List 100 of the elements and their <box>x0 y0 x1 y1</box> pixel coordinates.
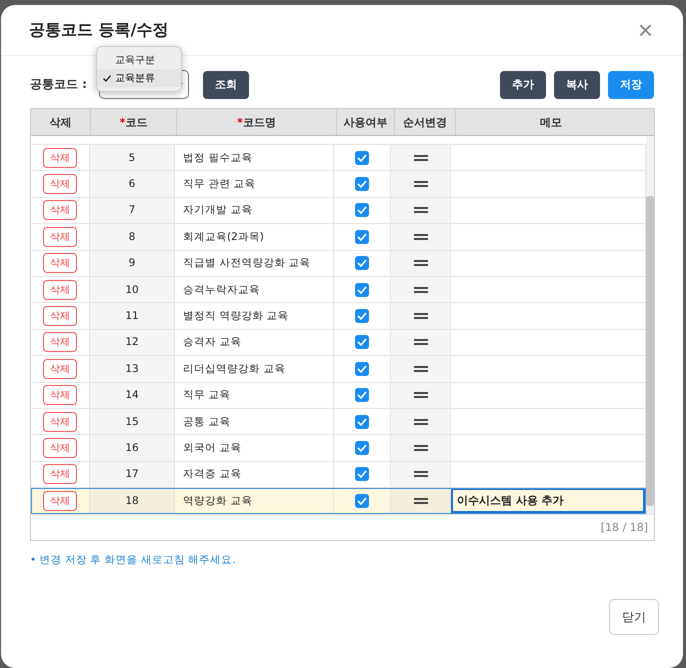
drag-handle-icon[interactable] <box>414 366 428 372</box>
delete-button[interactable]: 삭제 <box>43 464 77 484</box>
code-cell: 5 <box>90 145 175 170</box>
code-name-cell: 공통 교육 <box>175 408 334 434</box>
drag-handle-icon[interactable] <box>414 498 428 504</box>
code-cell: 18 <box>90 488 175 514</box>
drag-handle-icon[interactable] <box>414 471 428 478</box>
code-name-cell: 자기개발 교육 <box>175 198 334 224</box>
column-header: *코드 <box>91 109 177 135</box>
scrollbar-thumb[interactable] <box>646 196 654 506</box>
code-cell: 7 <box>90 198 175 224</box>
menu-option[interactable]: 교육구분 <box>96 51 181 69</box>
table-row[interactable]: 삭제 18 역량강화 교육 이수시스템 사용 추가 <box>31 488 646 514</box>
delete-button[interactable]: 삭제 <box>43 385 77 406</box>
delete-button[interactable]: 삭제 <box>43 438 77 458</box>
table-row[interactable]: 삭제 16 외국어 교육 <box>31 435 646 462</box>
checkbox[interactable] <box>355 362 369 376</box>
drag-handle-icon[interactable] <box>414 392 428 398</box>
delete-button[interactable]: 삭제 <box>43 200 77 220</box>
drag-handle-icon[interactable] <box>414 207 428 214</box>
code-name-cell: 별정직 역량강화 교육 <box>175 303 334 329</box>
common-code-label: 공통코드 : <box>30 76 87 93</box>
code-name-cell: 직무 관련 교육 <box>175 171 334 197</box>
column-header: 메모 <box>539 114 563 130</box>
table-row[interactable]: 삭제 9 직급별 사전역량강화 교육 <box>31 250 646 277</box>
drag-handle-icon[interactable] <box>414 234 428 240</box>
code-name-cell: 역량강화 교육 <box>175 488 334 514</box>
code-name-cell: 직급별 사전역량강화 교육 <box>175 250 334 276</box>
checkbox[interactable] <box>355 282 369 297</box>
delete-button[interactable]: 삭제 <box>43 174 77 194</box>
table-row[interactable]: 삭제 6 직무 관련 교육 <box>31 171 646 198</box>
delete-button[interactable]: 삭제 <box>43 412 77 432</box>
drag-handle-icon[interactable] <box>414 339 428 346</box>
delete-button[interactable]: 삭제 <box>43 226 77 247</box>
checkbox[interactable] <box>355 388 369 402</box>
table-row[interactable]: 삭제 14 직무 교육 <box>31 382 646 409</box>
checkbox[interactable] <box>355 230 369 244</box>
code-cell: 8 <box>90 224 175 250</box>
code-cell: 16 <box>90 435 175 461</box>
delete-button[interactable]: 삭제 <box>43 253 77 274</box>
code-name-cell: 직무 교육 <box>175 382 334 408</box>
toolbar-button[interactable]: 추가 <box>500 70 546 98</box>
checkbox[interactable] <box>355 467 369 482</box>
checkbox[interactable] <box>355 335 369 350</box>
delete-button[interactable]: 삭제 <box>43 332 77 352</box>
checkbox[interactable] <box>355 177 369 192</box>
code-name-cell: 법정 필수교육 <box>175 145 334 170</box>
checkbox[interactable] <box>355 203 369 218</box>
table-row[interactable]: 삭제 5 법정 필수교육 <box>31 145 646 172</box>
code-cell: 10 <box>90 276 175 302</box>
drag-handle-icon[interactable] <box>414 444 428 451</box>
code-cell: 13 <box>90 356 175 382</box>
code-cell: 14 <box>90 382 175 408</box>
code-name-cell: 승격누락자교육 <box>175 276 334 302</box>
table-row[interactable]: 삭제 8 회계교육(2과목) <box>31 224 646 251</box>
drag-handle-icon[interactable] <box>414 154 428 161</box>
column-header: 순서변경 <box>395 109 456 135</box>
column-header: 사용여부 <box>337 109 395 135</box>
menu-option[interactable]: 교육분류 <box>96 69 181 87</box>
delete-button[interactable]: 삭제 <box>43 280 77 300</box>
table-row[interactable]: 삭제 10 승격누락자교육 <box>31 276 646 304</box>
column-header: *코드명 <box>177 109 337 135</box>
search-button[interactable]: 조회 <box>202 70 249 98</box>
table-row[interactable]: 삭제 11 별정직 역량강화 교육 <box>31 303 646 330</box>
notice-text: • 변경 저장 후 화면을 새로고침 해주세요. <box>29 553 237 568</box>
code-cell: 11 <box>90 303 175 329</box>
drag-handle-icon[interactable] <box>414 313 428 320</box>
memo-input[interactable]: 이수시스템 사용 추가 <box>451 488 645 514</box>
code-name-cell: 자격증 교육 <box>175 462 334 488</box>
checkbox[interactable] <box>355 150 369 165</box>
code-name-cell: 회계교육(2과목) <box>175 224 334 250</box>
checkbox[interactable] <box>355 440 369 455</box>
table-row[interactable]: 삭제 12 승격자 교육 <box>31 330 646 356</box>
delete-button[interactable]: 삭제 <box>43 306 77 326</box>
column-header: 삭제 <box>31 109 91 135</box>
delete-button[interactable]: 삭제 <box>43 148 77 168</box>
dialog-title: 공통코드 등록/수정 <box>29 20 168 40</box>
table-row[interactable]: 삭제 7 자기개발 교육 <box>31 198 646 224</box>
delete-button[interactable]: 삭제 <box>43 358 77 379</box>
delete-button[interactable]: 삭제 <box>43 490 77 511</box>
code-name-cell: 리더십역량강화 교육 <box>175 356 334 382</box>
code-cell: 17 <box>90 462 175 488</box>
checkbox[interactable] <box>355 494 369 508</box>
code-name-cell: 외국어 교육 <box>175 435 334 461</box>
drag-handle-icon[interactable] <box>414 181 428 188</box>
table-row[interactable]: 삭제 13 리더십역량강화 교육 <box>31 356 646 383</box>
checkmark-icon <box>102 74 111 82</box>
checkbox[interactable] <box>355 309 369 324</box>
code-name-cell: 승격자 교육 <box>175 330 334 356</box>
drag-handle-icon[interactable] <box>414 260 428 266</box>
drag-handle-icon[interactable] <box>414 286 428 293</box>
table-row[interactable]: 삭제 15 공통 교육 <box>31 408 646 436</box>
code-cell: 9 <box>90 250 175 276</box>
code-cell: 15 <box>90 408 175 434</box>
checkbox[interactable] <box>355 256 369 270</box>
toolbar-button[interactable]: 복사 <box>554 70 600 98</box>
close-button[interactable]: 닫기 <box>609 599 659 636</box>
code-cell: 6 <box>90 171 175 197</box>
drag-handle-icon[interactable] <box>414 418 428 425</box>
checkbox[interactable] <box>355 414 369 429</box>
